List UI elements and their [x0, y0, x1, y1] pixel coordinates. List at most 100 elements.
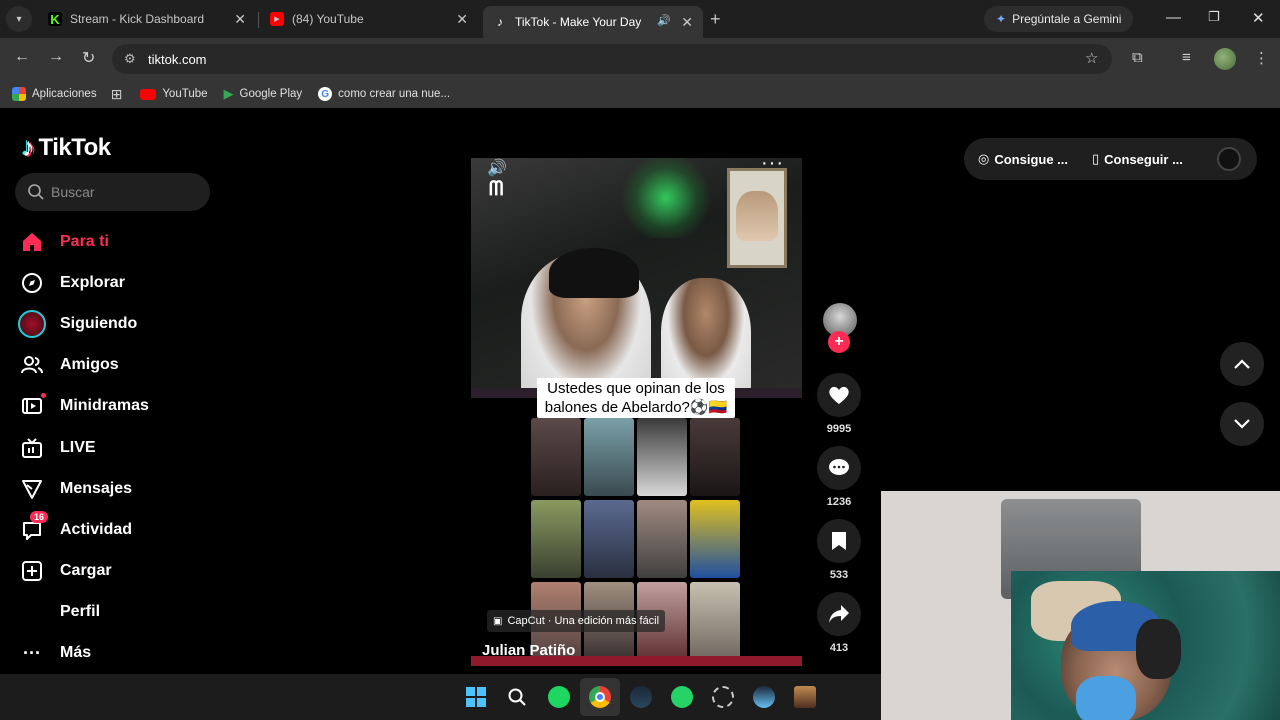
- bookmark-icon: [817, 519, 861, 563]
- sidebar-item-para-ti[interactable]: Para ti: [18, 221, 218, 262]
- upload-icon: [18, 560, 46, 582]
- headset: [1136, 619, 1181, 679]
- apps-grid-icon: [12, 87, 26, 101]
- get-app-button[interactable]: ▯ Conseguir ...: [1092, 151, 1183, 167]
- bookmark-star-icon[interactable]: ☆: [1085, 49, 1098, 67]
- volume-icon[interactable]: 🔊: [487, 158, 507, 178]
- video-progress-bar[interactable]: [471, 656, 802, 666]
- close-icon[interactable]: ✕: [234, 11, 246, 27]
- search-input[interactable]: [51, 184, 191, 200]
- kick-watermark-icon: ᗰ: [489, 178, 504, 200]
- comment-icon: [817, 446, 861, 490]
- phone-icon: ▯: [1092, 151, 1100, 166]
- search-field[interactable]: [15, 173, 210, 211]
- close-icon[interactable]: ✕: [681, 14, 693, 30]
- tab-kick[interactable]: K Stream - Kick Dashboard ✕: [38, 5, 256, 33]
- capcut-badge[interactable]: ▣ CapCut · Una edición más fácil: [487, 610, 666, 632]
- sidebar-item-actividad[interactable]: 16 Actividad: [18, 509, 218, 550]
- reload-icon[interactable]: ↻: [82, 48, 95, 68]
- send-icon: [18, 478, 46, 500]
- sidebar-item-amigos[interactable]: Amigos: [18, 345, 218, 386]
- media-queue-icon[interactable]: ≡: [1182, 49, 1191, 66]
- kebab-menu-icon[interactable]: ⋮: [1254, 49, 1269, 67]
- extensions-puzzle-icon[interactable]: ⧉: [1132, 49, 1143, 66]
- close-icon[interactable]: ✕: [456, 11, 468, 27]
- new-tab-button[interactable]: +: [710, 9, 721, 30]
- capcut-icon: ▣: [493, 615, 503, 627]
- sidebar-item-perfil[interactable]: Perfil: [18, 592, 218, 633]
- gemini-label: Pregúntale a Gemini: [1012, 12, 1122, 26]
- video-frame-stream: [471, 158, 802, 398]
- bookmark-apps[interactable]: Aplicaciones: [12, 87, 97, 101]
- caption-line-2: balones de Abelardo?⚽🇨🇴: [544, 399, 728, 416]
- sidebar-item-label: Siguiendo: [60, 314, 138, 332]
- search-icon[interactable]: [505, 685, 529, 709]
- share-button[interactable]: 413: [817, 592, 861, 654]
- google-play-icon: ▶: [223, 86, 234, 101]
- next-video-button[interactable]: [1220, 402, 1264, 446]
- windows-taskbar: [0, 674, 881, 720]
- sidebar-item-mensajes[interactable]: Mensajes: [18, 468, 218, 509]
- sidebar-item-siguiendo[interactable]: Siguiendo: [18, 303, 218, 344]
- game-icon[interactable]: [793, 685, 817, 709]
- whatsapp-icon[interactable]: [670, 685, 694, 709]
- google-icon: G: [318, 87, 333, 101]
- chevron-down-icon: ▾: [16, 13, 22, 25]
- like-button[interactable]: 9995: [817, 373, 861, 435]
- bookmark-google-play[interactable]: ▶ Google Play: [224, 86, 303, 102]
- bookmarks-bar: Aplicaciones ⊞ YouTube ▶ Google Play G c…: [0, 80, 1280, 108]
- previous-video-button[interactable]: [1220, 342, 1264, 386]
- steam-icon[interactable]: [629, 685, 653, 709]
- save-button[interactable]: 533: [817, 519, 861, 581]
- get-coins-button[interactable]: ◎ Consigue ...: [978, 151, 1068, 167]
- sidebar-item-mas[interactable]: ··· Más: [18, 633, 218, 674]
- like-count: 9995: [826, 423, 852, 435]
- sidebar-item-live[interactable]: LIVE: [18, 427, 218, 468]
- steam-icon[interactable]: [752, 685, 776, 709]
- thumbnail: [584, 418, 634, 496]
- sidebar-item-label: Amigos: [60, 356, 119, 374]
- tiktok-logo[interactable]: ♪ TikTok: [22, 132, 111, 163]
- speaker-icon[interactable]: 🔊: [657, 14, 671, 27]
- spotify-icon[interactable]: [547, 685, 571, 709]
- comment-button[interactable]: 1236: [817, 446, 861, 508]
- follow-plus-button[interactable]: +: [828, 331, 850, 353]
- site-settings-icon[interactable]: ⚙: [124, 51, 136, 67]
- minimize-icon[interactable]: —: [1166, 9, 1181, 26]
- gemini-button[interactable]: ✦ Pregúntale a Gemini: [984, 6, 1134, 32]
- discord-icon[interactable]: [711, 685, 735, 709]
- bookmark-google-search[interactable]: G como crear una nue...: [318, 87, 450, 101]
- chrome-icon[interactable]: [588, 685, 612, 709]
- bookmark-youtube[interactable]: YouTube: [140, 88, 208, 100]
- video-player[interactable]: 🔊 ··· ᗰ Ustedes que opinan de los balone…: [471, 158, 802, 666]
- address-bar[interactable]: ⚙ tiktok.com: [112, 44, 1112, 74]
- sidebar-nav: Para ti Explorar Siguiendo Amigos Minidr…: [18, 221, 218, 674]
- bookmark-grid[interactable]: ⊞: [111, 86, 123, 103]
- sidebar-item-explorar[interactable]: Explorar: [18, 262, 218, 303]
- wall-picture: [727, 168, 787, 268]
- window-close-icon[interactable]: ✕: [1252, 9, 1265, 27]
- kick-icon: K: [48, 12, 62, 27]
- live-tv-icon: [18, 437, 46, 459]
- forward-arrow-icon[interactable]: →: [48, 48, 64, 66]
- sidebar-item-minidramas[interactable]: Minidramas: [18, 386, 218, 427]
- tab-youtube[interactable]: ▶ (84) YouTube ✕: [260, 5, 478, 33]
- tab-search-button[interactable]: ▾: [6, 6, 32, 32]
- chevron-down-icon: [1234, 419, 1250, 429]
- video-caption: Ustedes que opinan de los balones de Abe…: [537, 378, 735, 418]
- tab-title: TikTok - Make Your Day: [515, 15, 642, 29]
- comment-count: 1236: [826, 496, 852, 508]
- loading-avatar[interactable]: [1217, 147, 1241, 171]
- more-options-icon[interactable]: ···: [761, 158, 784, 175]
- tab-title: Stream - Kick Dashboard: [70, 12, 205, 26]
- back-arrow-icon[interactable]: ←: [14, 48, 30, 66]
- caption-line-1: Ustedes que opinan de los: [547, 380, 725, 397]
- thumbnail: [690, 500, 740, 578]
- green-light: [621, 158, 711, 238]
- profile-avatar[interactable]: [1214, 48, 1236, 70]
- tab-tiktok[interactable]: ♪ TikTok - Make Your Day 🔊 ✕: [483, 6, 703, 38]
- restore-icon[interactable]: ❐: [1208, 9, 1220, 25]
- thumbnail: [584, 500, 634, 578]
- windows-start-icon[interactable]: [464, 685, 488, 709]
- sidebar-item-cargar[interactable]: Cargar: [18, 551, 218, 592]
